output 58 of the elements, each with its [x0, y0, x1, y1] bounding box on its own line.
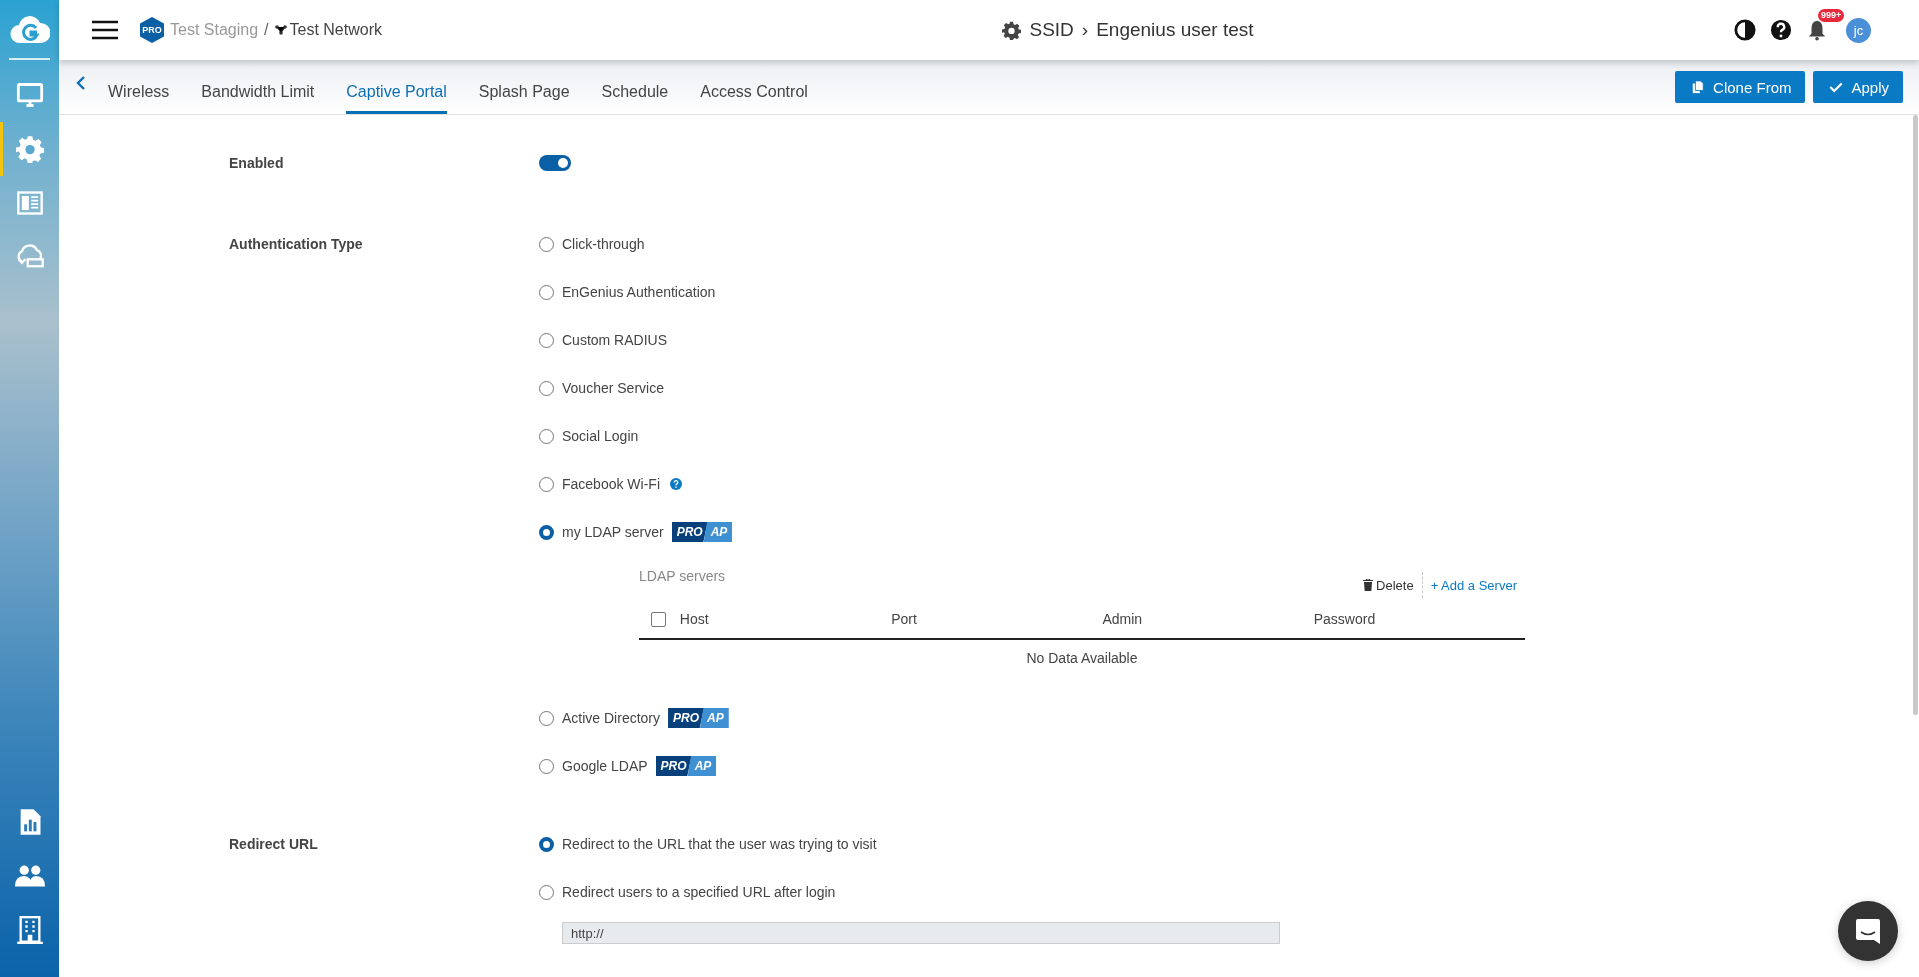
pro-badge: PRO [140, 17, 164, 43]
field-label: Redirect URL [229, 835, 319, 854]
delete-button[interactable]: Delete [1355, 577, 1422, 593]
column-header: Port [891, 611, 918, 627]
chat-bubble-icon [1855, 918, 1881, 944]
chat-button[interactable] [1838, 901, 1898, 961]
section-title: LDAP servers [639, 568, 726, 584]
monitor-icon[interactable] [14, 81, 45, 109]
copy-icon [1691, 80, 1706, 94]
network-name[interactable]: Test Network [289, 21, 382, 39]
breadcrumb-separator: / [264, 21, 269, 39]
notification-count: 999+ [1818, 9, 1845, 22]
scrollbar[interactable] [1913, 115, 1918, 715]
newspaper-icon[interactable] [14, 189, 45, 217]
field-label: Authentication Type [229, 235, 364, 254]
tab[interactable]: Splash Page [478, 60, 570, 114]
clone-button[interactable]: Clone From [1675, 71, 1806, 103]
radio-label[interactable]: Facebook Wi-Fi [562, 476, 661, 492]
page-title-section: SSID [1029, 19, 1074, 41]
tab[interactable]: Captive Portal [346, 60, 447, 114]
apply-button[interactable]: Apply [1813, 71, 1903, 103]
settings-icon [1002, 20, 1022, 40]
page-title: Engenius user test [1096, 19, 1254, 41]
tab[interactable]: Schedule [601, 60, 669, 114]
radio-label[interactable]: Google LDAP [562, 758, 648, 774]
help-icon[interactable] [1770, 19, 1792, 41]
radio-label[interactable]: Custom RADIUS [562, 332, 668, 348]
title-separator: › [1081, 19, 1089, 41]
field-label: Enabled [229, 154, 285, 173]
back-chevron-icon[interactable] [76, 75, 86, 91]
column-header: Admin [1102, 611, 1144, 627]
network-icon [274, 25, 287, 35]
building-icon[interactable] [14, 916, 45, 944]
cloud-logo-icon[interactable] [9, 13, 50, 45]
radio-label[interactable]: Click-through [562, 236, 645, 252]
empty-message: No Data Available [1026, 650, 1138, 666]
radio-label[interactable]: Redirect users to a specified URL after login [562, 884, 836, 900]
radio-label[interactable]: Redirect to the URL that the user was trying to visit [562, 836, 877, 852]
radio-label[interactable]: Voucher Service [562, 380, 664, 396]
column-header: Host [679, 611, 710, 627]
tab[interactable]: Bandwidth Limit [201, 60, 315, 114]
settings-icon[interactable] [14, 135, 45, 163]
tab[interactable]: Access Control [700, 60, 808, 114]
column-header: Password [1313, 611, 1377, 627]
radio-label[interactable]: EnGenius Authentication [562, 284, 716, 300]
tab[interactable]: Wireless [108, 60, 170, 114]
radio-label[interactable]: Active Directory [562, 710, 661, 726]
select-all-checkbox[interactable] [651, 611, 666, 627]
contrast-icon[interactable] [1734, 19, 1756, 41]
menu-icon[interactable] [92, 20, 118, 40]
radio-label[interactable]: Social Login [562, 428, 639, 444]
radio-label[interactable]: my LDAP server [562, 524, 664, 540]
radio-button[interactable] [539, 836, 554, 852]
enabled-toggle[interactable] [539, 155, 571, 171]
radio-button[interactable] [539, 524, 554, 540]
checkmark-icon [1829, 80, 1844, 94]
trash-icon [1363, 579, 1374, 591]
add-server-link[interactable]: + Add a Server [1422, 577, 1525, 593]
